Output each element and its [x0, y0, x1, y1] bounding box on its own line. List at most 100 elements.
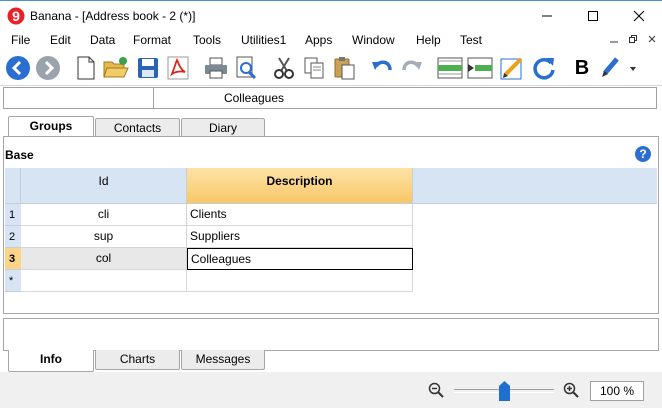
menu-test[interactable]: Test [460, 33, 482, 47]
table-row-new[interactable]: * [5, 270, 413, 292]
edit-button[interactable] [498, 54, 526, 82]
section-title: Base [5, 148, 34, 162]
back-icon [6, 56, 30, 80]
minimize-button[interactable] [524, 1, 570, 31]
redo-icon [402, 60, 422, 71]
mdi-restore-icon[interactable] [626, 34, 640, 46]
cell-description-active[interactable]: Colleagues [187, 248, 413, 270]
undo-icon [372, 60, 392, 71]
cell-content-field[interactable]: Colleagues [154, 91, 354, 105]
cell-id[interactable]: col [21, 248, 187, 270]
close-button[interactable] [616, 1, 662, 31]
cell-id[interactable] [21, 270, 187, 292]
new-file-icon [77, 56, 95, 80]
cut-icon [274, 57, 294, 79]
mdi-minimize-icon[interactable] [607, 34, 621, 46]
paste-icon [334, 57, 355, 80]
menu-bar: File Edit Data Format Tools Utilities1 A… [0, 30, 662, 50]
save-button[interactable] [134, 54, 162, 82]
cell-id[interactable]: cli [21, 204, 187, 226]
edit-icon [500, 57, 523, 80]
add-row-button[interactable] [436, 54, 464, 82]
paste-button[interactable] [330, 54, 358, 82]
bold-button[interactable]: B [568, 54, 596, 82]
pdf-icon [167, 56, 189, 80]
close-icon [633, 10, 645, 22]
open-folder-icon [103, 57, 129, 78]
help-icon[interactable]: ? [635, 146, 651, 162]
insert-row-icon [467, 57, 493, 79]
menu-data[interactable]: Data [90, 33, 115, 47]
zoom-in-icon[interactable] [563, 382, 579, 401]
tab-info[interactable]: Info [8, 350, 94, 372]
toolbar: B [0, 50, 662, 86]
table-row[interactable]: 2 sup Suppliers [5, 226, 413, 248]
menu-help[interactable]: Help [416, 33, 441, 47]
forward-icon [36, 56, 60, 80]
refresh-button[interactable] [530, 54, 558, 82]
undo-button[interactable] [368, 54, 396, 82]
tab-diary[interactable]: Diary [181, 118, 265, 138]
menu-apps[interactable]: Apps [305, 33, 332, 47]
print-preview-button[interactable] [232, 54, 260, 82]
menu-tools[interactable]: Tools [193, 33, 221, 47]
menu-window[interactable]: Window [352, 33, 395, 47]
svg-text:9: 9 [12, 8, 20, 24]
row-number[interactable]: 3 [5, 248, 21, 270]
print-button[interactable] [202, 54, 230, 82]
table-row-selected[interactable]: 3 col Colleagues [5, 248, 413, 270]
print-preview-icon [236, 56, 257, 80]
cell-bar: Colleagues [3, 87, 657, 109]
cell-description[interactable] [187, 270, 413, 292]
maximize-button[interactable] [570, 1, 616, 31]
copy-button[interactable] [300, 54, 328, 82]
pdf-button[interactable] [164, 54, 192, 82]
insert-row-button[interactable] [466, 54, 494, 82]
zoom-slider-thumb[interactable] [499, 381, 510, 401]
refresh-icon [533, 58, 555, 80]
cell-address-field[interactable] [4, 88, 154, 108]
back-button[interactable] [4, 54, 32, 82]
tab-contacts[interactable]: Contacts [95, 118, 180, 138]
column-header-empty [413, 168, 657, 204]
cell-id[interactable]: sup [21, 226, 187, 248]
column-header-id[interactable]: Id [21, 168, 187, 204]
menu-utilities1[interactable]: Utilities1 [241, 33, 286, 47]
save-icon [138, 58, 158, 78]
open-button[interactable] [102, 54, 130, 82]
new-file-button[interactable] [72, 54, 100, 82]
tab-groups[interactable]: Groups [8, 116, 94, 138]
tab-charts[interactable]: Charts [95, 350, 180, 370]
zoom-level-field[interactable]: 100 % [590, 381, 644, 401]
highlight-color-button[interactable] [598, 54, 640, 82]
zoom-out-icon[interactable] [428, 382, 444, 401]
bold-icon: B [574, 56, 590, 79]
row-number[interactable]: * [5, 270, 21, 292]
tab-messages[interactable]: Messages [181, 350, 265, 370]
menu-file[interactable]: File [11, 33, 30, 47]
redo-button[interactable] [398, 54, 426, 82]
minimize-icon [542, 15, 552, 17]
menu-format[interactable]: Format [133, 33, 171, 47]
window-title: Banana - [Address book - 2 (*)] [30, 9, 196, 23]
mdi-close-icon[interactable] [645, 34, 659, 46]
data-table: Id Description 1 cli Clients 2 sup Suppl… [5, 168, 657, 294]
forward-button[interactable] [34, 54, 62, 82]
title-bar: 9 Banana - [Address book - 2 (*)] [0, 0, 662, 30]
cell-description[interactable]: Clients [187, 204, 413, 226]
menu-edit[interactable]: Edit [50, 33, 71, 47]
cut-button[interactable] [270, 54, 298, 82]
row-number[interactable]: 1 [5, 204, 21, 226]
copy-icon [304, 57, 324, 79]
column-header-description[interactable]: Description [187, 168, 413, 204]
info-panel [3, 318, 659, 351]
maximize-icon [588, 11, 598, 21]
print-icon [205, 57, 227, 79]
corner-header[interactable] [5, 168, 21, 204]
row-number[interactable]: 2 [5, 226, 21, 248]
banana-app-icon[interactable]: 9 [7, 7, 25, 25]
highlight-pen-icon [602, 57, 636, 77]
table-row[interactable]: 1 cli Clients [5, 204, 413, 226]
add-row-icon [437, 57, 463, 79]
cell-description[interactable]: Suppliers [187, 226, 413, 248]
